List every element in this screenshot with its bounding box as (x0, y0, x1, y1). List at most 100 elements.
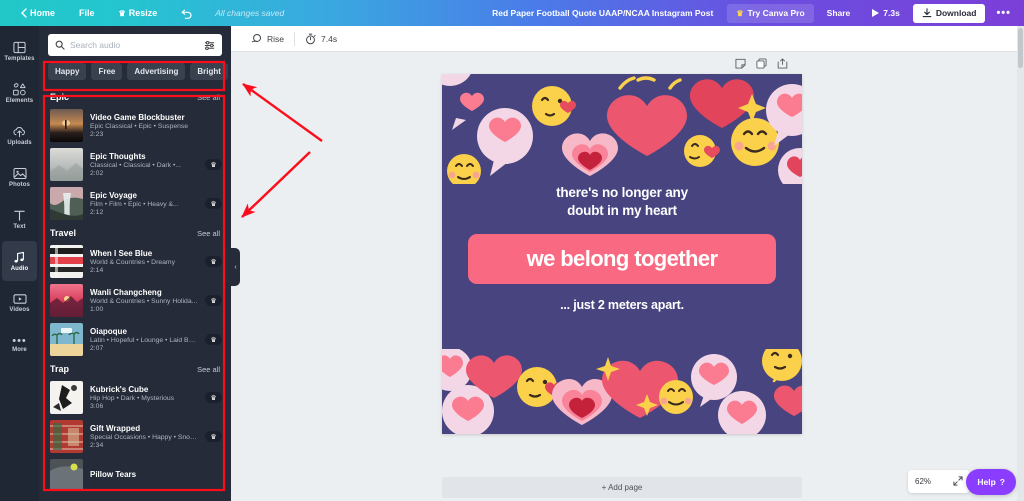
animation-label: Rise (267, 33, 285, 44)
file-menu-button[interactable]: File (67, 0, 107, 26)
cloud-upload-icon (13, 126, 25, 137)
track-row[interactable]: When I See Blue World & Countries • Drea… (39, 242, 231, 281)
sidebar-item-templates[interactable]: Templates (2, 31, 37, 71)
animate-button[interactable]: Rise (241, 26, 294, 52)
add-page-icon[interactable] (777, 56, 788, 74)
track-row[interactable]: Wanli Changcheng World & Countries • Sun… (39, 281, 231, 320)
sidebar-item-label: Audio (10, 265, 29, 272)
track-thumbnail (50, 148, 83, 181)
help-label: Help (977, 477, 996, 487)
track-duration: 2:12 (90, 209, 104, 216)
see-all-link[interactable]: See all (197, 365, 220, 374)
vertical-scrollbar[interactable] (1017, 26, 1024, 501)
present-play-button[interactable]: 7.3s (863, 4, 909, 23)
track-tags: Classical • Classical • Dark •... (90, 162, 181, 169)
home-button[interactable]: Home (8, 0, 67, 26)
filter-chip-happy[interactable]: Happy (48, 63, 87, 80)
track-info: Oiapoque Latin • Hopeful • Lounge • Laid… (90, 327, 198, 352)
track-row[interactable]: Gift Wrapped Special Occasions • Happy •… (39, 417, 231, 456)
premium-badge: ♛ (205, 431, 222, 442)
sidebar-item-photos[interactable]: Photos (2, 157, 37, 197)
track-duration: 2:23 (90, 131, 104, 138)
premium-badge: ♛ (205, 256, 222, 267)
track-info: Gift Wrapped Special Occasions • Happy •… (90, 424, 198, 449)
zoom-control[interactable]: 62% (908, 470, 970, 493)
page-timer-button[interactable]: 7.4s (295, 26, 347, 52)
track-name: Epic Voyage (90, 191, 137, 200)
canvas-highlight-band[interactable]: we belong together (468, 234, 776, 284)
track-name: Video Game Blockbuster (90, 113, 185, 122)
search-icon (55, 40, 65, 50)
header-right-actions: Red Paper Football Quote UAAP/NCAA Insta… (492, 0, 1024, 26)
design-canvas[interactable]: there's no longer any doubt in my heart … (442, 74, 802, 434)
sidebar-item-more[interactable]: ••• More (2, 325, 37, 365)
sidebar-item-label: Uploads (7, 139, 32, 146)
track-row[interactable]: Oiapoque Latin • Hopeful • Lounge • Laid… (39, 320, 231, 359)
duplicate-page-icon[interactable] (756, 56, 767, 74)
editor-area: Rise 7.4s there's no longer any doubt in… (231, 26, 1024, 501)
track-row[interactable]: Epic Thoughts Classical • Classical • Da… (39, 145, 231, 184)
undo-button[interactable] (169, 0, 205, 26)
photo-icon (12, 167, 27, 179)
download-button[interactable]: Download (912, 3, 986, 23)
play-triangle-icon (872, 9, 880, 17)
track-name: Gift Wrapped (90, 424, 141, 433)
resize-button[interactable]: ♛ Resize (107, 0, 170, 26)
crown-icon: ♛ (736, 8, 744, 18)
header-left-nav: Home File ♛ Resize All changes saved (0, 0, 284, 26)
track-tags: World & Countries • Sunny Holida... (90, 298, 198, 305)
filter-chip-bright[interactable]: Bright (190, 63, 228, 80)
premium-badge: ♛ (205, 392, 222, 403)
track-row[interactable]: Epic Voyage Film • Film • Epic • Heavy &… (39, 184, 231, 223)
chevron-left-icon (21, 8, 27, 18)
left-tool-rail: Templates Elements Uploads Photos Text A… (0, 26, 39, 501)
section-title: Epic (50, 92, 70, 102)
download-label: Download (935, 8, 977, 18)
track-row[interactable]: Video Game Blockbuster Epic Classical • … (39, 106, 231, 145)
see-all-link[interactable]: See all (197, 93, 220, 102)
sidebar-item-uploads[interactable]: Uploads (2, 115, 37, 155)
emoji-decoration-bottom (442, 349, 802, 434)
sidebar-item-text[interactable]: Text (2, 199, 37, 239)
share-button[interactable]: Share (818, 4, 860, 23)
search-audio-box[interactable] (48, 34, 222, 56)
sliders-filter-icon[interactable] (204, 40, 215, 51)
play-duration-label: 7.3s (883, 8, 900, 18)
track-tags: Special Occasions • Happy • Snow... (90, 434, 198, 441)
canvas-text-top-line2: doubt in my heart (567, 203, 677, 219)
sidebar-item-videos[interactable]: Videos (2, 283, 37, 323)
premium-badge: ♛ (205, 198, 222, 209)
scrollbar-thumb[interactable] (1018, 28, 1023, 68)
ellipsis-icon: ••• (12, 335, 27, 347)
emoji-decoration-top (442, 74, 802, 184)
track-row[interactable]: Pillow Tears ♛ (39, 456, 231, 491)
canvas-text-bottom[interactable]: ... just 2 meters apart. (442, 298, 802, 312)
filter-chip-advertising[interactable]: Advertising (127, 63, 186, 80)
track-thumbnail (50, 381, 83, 414)
add-page-button[interactable]: + Add page (442, 477, 802, 498)
track-info: Pillow Tears (90, 470, 198, 481)
question-mark-icon: ? (999, 477, 1005, 487)
expand-arrows-icon[interactable] (953, 475, 963, 488)
filter-chip-free[interactable]: Free (91, 63, 123, 80)
track-thumbnail (50, 459, 83, 491)
more-options-button[interactable]: ••• (989, 4, 1018, 23)
see-all-link[interactable]: See all (197, 229, 220, 238)
track-info: Epic Voyage Film • Film • Epic • Heavy &… (90, 191, 198, 216)
section-title: Trap (50, 364, 70, 374)
collapse-panel-handle[interactable]: ‹ (231, 248, 240, 286)
notes-icon[interactable] (735, 56, 746, 74)
section-header-epic: Epic See all (39, 87, 231, 106)
sidebar-item-audio[interactable]: Audio (2, 241, 37, 281)
text-t-icon (14, 210, 25, 221)
audio-track-scroll-area[interactable]: Epic See all Video Game Blockbuster Epic… (39, 87, 231, 491)
sidebar-item-elements[interactable]: Elements (2, 73, 37, 113)
track-info: Wanli Changcheng World & Countries • Sun… (90, 288, 198, 313)
help-button[interactable]: Help ? (966, 469, 1016, 495)
track-tags: Film • Film • Epic • Heavy &... (90, 201, 179, 208)
track-row[interactable]: Kubrick's Cube Hip Hop • Dark • Mysterio… (39, 378, 231, 417)
zoom-level-label: 62% (915, 477, 932, 486)
search-input[interactable] (70, 40, 199, 50)
try-canva-pro-button[interactable]: ♛ Try Canva Pro (727, 3, 814, 23)
canvas-text-top[interactable]: there's no longer any doubt in my heart (442, 184, 802, 220)
